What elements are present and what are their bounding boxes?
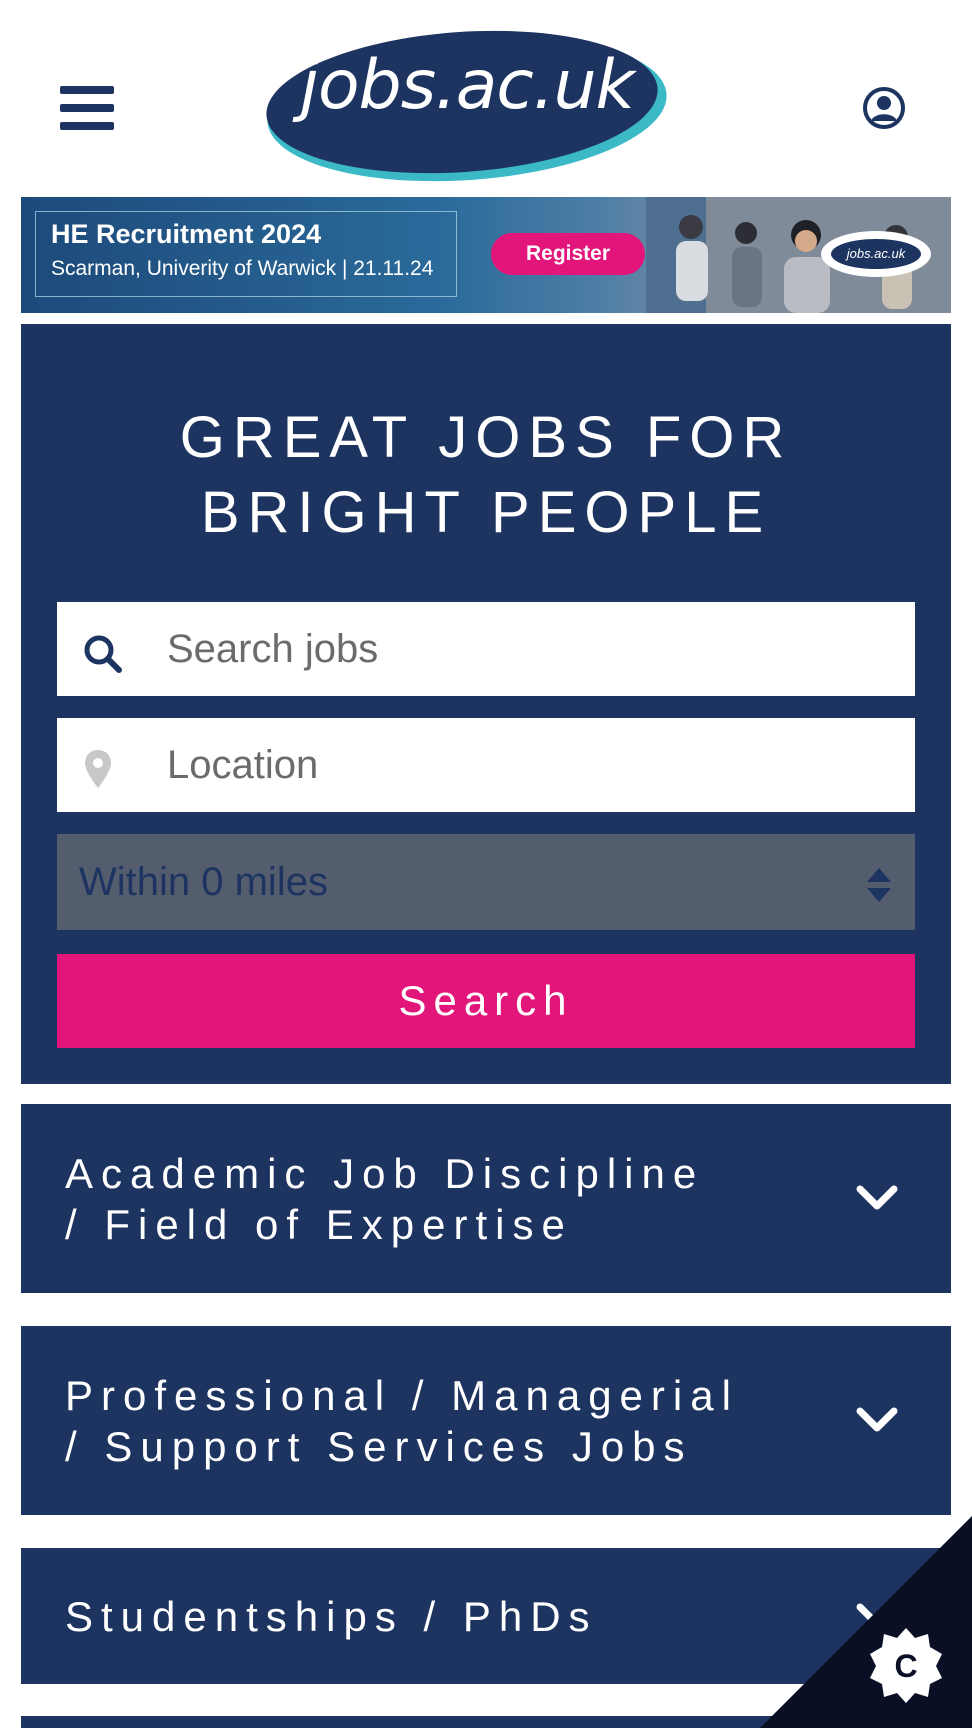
accordion-label-line-2: / Support Services Jobs (65, 1423, 693, 1470)
banner-logo: jobs.ac.uk (821, 231, 931, 277)
hamburger-menu-icon[interactable] (60, 86, 114, 130)
accordion-professional-jobs[interactable]: Professional / Managerial / Support Serv… (21, 1326, 951, 1515)
hero-heading-line-1: GREAT JOBS FOR (179, 405, 793, 470)
logo-text: jobs.ac.uk (300, 46, 635, 125)
chevron-down-icon (856, 1407, 898, 1432)
accordion-label-line-1: Academic Job Discipline (65, 1150, 705, 1197)
map-pin-icon (85, 750, 111, 788)
accordion-academic-disciplines[interactable]: Academic Job Discipline / Field of Exper… (21, 1104, 951, 1293)
accordion-label-line-2: / Field of Expertise (65, 1201, 573, 1248)
search-jobs-field[interactable] (57, 602, 915, 696)
hero-search-panel: GREAT JOBS FOR BRIGHT PEOPLE Within 0 mi… (21, 324, 951, 1084)
register-button[interactable]: Register (491, 233, 645, 275)
distance-select[interactable]: Within 0 miles (57, 834, 915, 930)
accordion-label: Professional / Managerial / Support Serv… (65, 1370, 739, 1472)
search-button[interactable]: Search (57, 954, 915, 1048)
accordion-label: Academic Job Discipline / Field of Exper… (65, 1148, 704, 1250)
site-header: jobs.ac.uk (0, 0, 972, 190)
search-icon (84, 635, 122, 673)
search-jobs-input[interactable] (167, 602, 897, 696)
banner-logo-text: jobs.ac.uk (831, 239, 921, 269)
accordion-label: Studentships / PhDs (65, 1593, 598, 1640)
hero-heading: GREAT JOBS FOR BRIGHT PEOPLE (21, 400, 951, 550)
site-logo[interactable]: jobs.ac.uk (262, 26, 672, 184)
location-input[interactable] (167, 718, 897, 812)
menu-bar (60, 122, 114, 130)
menu-bar (60, 104, 114, 112)
accordion-label-line-1: Professional / Managerial (65, 1372, 739, 1419)
promo-banner[interactable]: HE Recruitment 2024 Scarman, Univerity o… (21, 197, 951, 313)
menu-bar (60, 86, 114, 94)
chevron-down-icon (856, 1185, 898, 1210)
hero-heading-line-2: BRIGHT PEOPLE (200, 480, 772, 545)
svg-text:C: C (894, 1648, 917, 1684)
location-field[interactable] (57, 718, 915, 812)
user-account-icon[interactable] (862, 86, 906, 130)
banner-title: HE Recruitment 2024 (51, 219, 322, 249)
select-arrows-icon (867, 868, 891, 902)
distance-select-value: Within 0 miles (79, 860, 328, 904)
banner-subtitle: Scarman, Univerity of Warwick | 21.11.24 (51, 257, 434, 280)
cookie-settings-icon[interactable]: C (760, 1516, 972, 1728)
